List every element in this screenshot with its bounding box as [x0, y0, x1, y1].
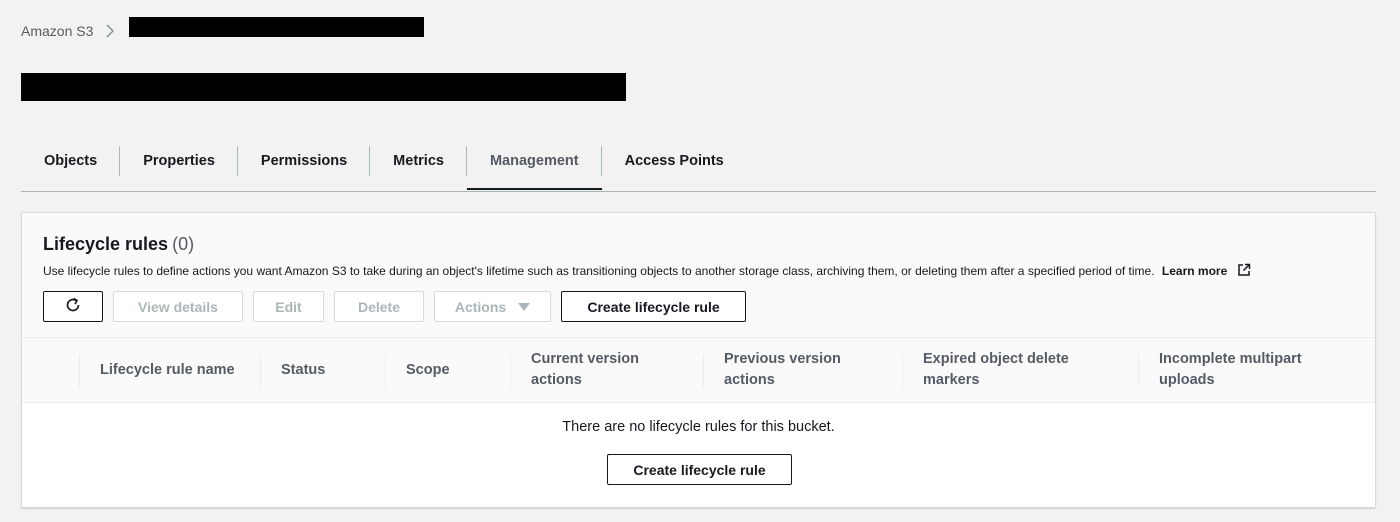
refresh-button[interactable] — [43, 291, 103, 322]
tab-bar: Objects Properties Permissions Metrics M… — [21, 140, 1376, 192]
column-header-previous-version-actions[interactable]: Previous version actions — [724, 338, 841, 402]
tab-label: Access Points — [624, 153, 724, 169]
tab-permissions[interactable]: Permissions — [238, 140, 371, 182]
empty-state-message: There are no lifecycle rules for this bu… — [562, 419, 835, 435]
view-details-button[interactable]: View details — [113, 291, 243, 322]
panel-title: Lifecycle rules (0) — [43, 234, 194, 255]
panel-title-text: Lifecycle rules — [43, 234, 169, 254]
tab-metrics[interactable]: Metrics — [370, 140, 467, 182]
column-header-current-version-actions[interactable]: Current version actions — [531, 338, 639, 402]
description-text: Use lifecycle rules to define actions yo… — [43, 264, 1155, 278]
column-header-scope[interactable]: Scope — [406, 338, 450, 402]
external-link-icon — [1237, 263, 1251, 280]
column-header-line: markers — [923, 372, 980, 388]
rule-count: (0) — [172, 234, 195, 254]
column-header-status[interactable]: Status — [281, 338, 325, 402]
refresh-icon — [64, 296, 82, 317]
delete-button[interactable]: Delete — [334, 291, 424, 322]
column-header-label: Current version actions — [531, 349, 639, 391]
column-header-line: actions — [531, 372, 582, 388]
redacted-page-title — [21, 73, 626, 101]
edit-button[interactable]: Edit — [253, 291, 324, 322]
column-header-line: Current version — [531, 351, 639, 367]
column-header-expired-object-delete-markers[interactable]: Expired object delete markers — [923, 338, 1069, 402]
tab-label: Management — [489, 153, 579, 169]
create-lifecycle-rule-button[interactable]: Create lifecycle rule — [561, 291, 746, 322]
column-header-line: Incomplete multipart — [1159, 351, 1302, 367]
actions-dropdown[interactable]: Actions — [434, 291, 551, 322]
column-header-rule-name[interactable]: Lifecycle rule name — [100, 338, 235, 402]
chevron-right-icon — [105, 24, 115, 38]
column-header-line: Previous version — [724, 351, 841, 367]
tab-access-points[interactable]: Access Points — [602, 140, 747, 182]
column-divider — [260, 355, 261, 387]
learn-more-label: Learn more — [1161, 264, 1228, 278]
actions-label: Actions — [454, 298, 507, 315]
tab-label: Permissions — [260, 153, 348, 169]
column-header-label: Incomplete multipart uploads — [1159, 349, 1302, 391]
column-header-line: Expired object delete — [923, 351, 1069, 367]
column-divider — [79, 355, 80, 387]
column-divider — [385, 355, 386, 387]
column-divider — [902, 355, 903, 387]
column-divider — [510, 355, 511, 387]
tab-label: Metrics — [393, 153, 444, 169]
learn-more-link[interactable]: Learn more — [1161, 263, 1251, 280]
column-header-label: Previous version actions — [724, 349, 841, 391]
tab-label: Properties — [143, 153, 215, 169]
caret-down-icon — [518, 302, 531, 311]
column-divider — [1138, 355, 1139, 387]
table-header: Lifecycle rule name Status Scope Current… — [22, 337, 1375, 403]
column-header-line: uploads — [1159, 372, 1215, 388]
empty-state-create-lifecycle-rule-button[interactable]: Create lifecycle rule — [607, 454, 792, 485]
column-header-label: Status — [281, 361, 326, 378]
tab-management[interactable]: Management — [466, 140, 602, 190]
breadcrumb-amazon-s3[interactable]: Amazon S3 — [21, 23, 93, 39]
panel-description: Use lifecycle rules to define actions yo… — [43, 263, 1251, 280]
toolbar: View details Edit Delete Actions Create … — [43, 291, 746, 322]
column-header-label: Lifecycle rule name — [100, 361, 235, 378]
column-header-label: Expired object delete markers — [923, 349, 1069, 391]
lifecycle-rules-panel: Lifecycle rules (0) Use lifecycle rules t… — [21, 212, 1376, 508]
column-header-incomplete-multipart-uploads[interactable]: Incomplete multipart uploads — [1159, 338, 1302, 402]
tab-properties[interactable]: Properties — [120, 140, 238, 182]
column-header-line: actions — [724, 372, 775, 388]
breadcrumb: Amazon S3 — [21, 18, 125, 44]
tab-objects[interactable]: Objects — [21, 140, 121, 182]
redacted-bucket-breadcrumb — [129, 17, 424, 37]
column-divider — [703, 355, 704, 387]
tab-label: Objects — [44, 153, 98, 169]
column-header-label: Scope — [406, 361, 450, 378]
